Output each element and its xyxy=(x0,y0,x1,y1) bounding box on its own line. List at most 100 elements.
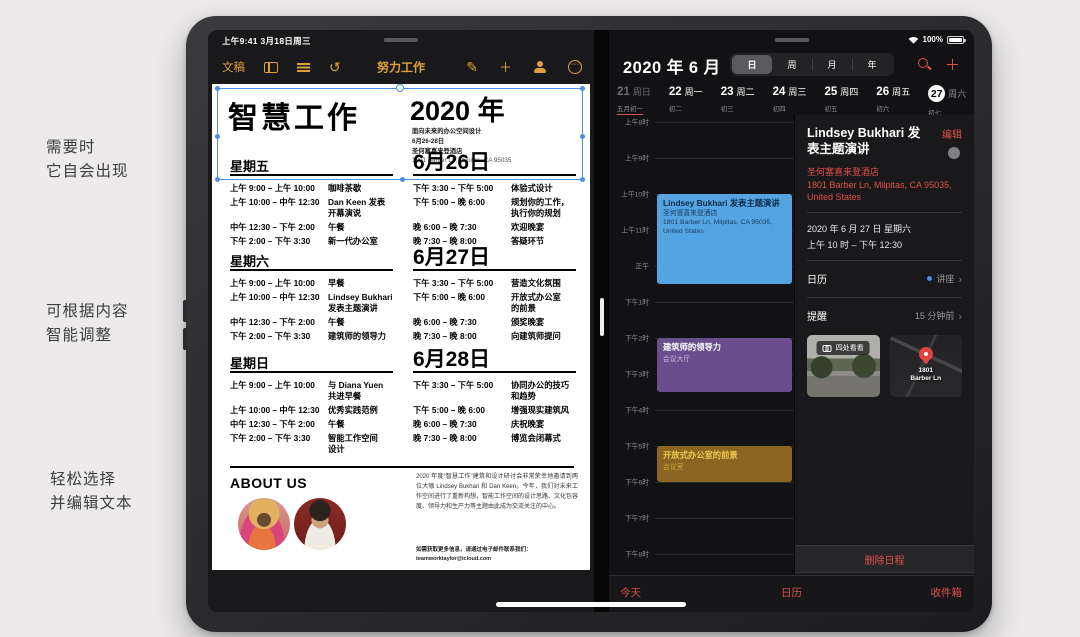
event-detail-title: Lindsey Bukhari 发表主题演讲 xyxy=(807,125,932,158)
binoculars-icon xyxy=(823,345,832,350)
week-day-strip: 21周日 五月初一 22周一 初二 23周二 初三 24周三 初四 25周四 xyxy=(611,82,974,115)
day-column-27-selected[interactable]: 27周六 初七 xyxy=(922,82,974,115)
schedule-row: 上午 10:00 – 中午 12:30Dan Keen 发表 开幕演说 xyxy=(230,197,393,219)
documents-button[interactable]: 文稿 xyxy=(222,59,245,75)
selection-handle[interactable] xyxy=(580,177,585,182)
schedule-row: 中午 12:30 – 下午 2:00午餐 xyxy=(230,222,393,233)
about-section: ABOUT US 2020 年度“智慧工作”建筑和设计研讨会非常荣幸地邀请到两位… xyxy=(230,466,574,491)
day-date: 6月28日 xyxy=(413,351,490,370)
map-thumbnail[interactable]: 1801 Barber Ln xyxy=(890,335,963,397)
sidebar-view-icon[interactable] xyxy=(264,62,278,73)
collaborate-icon[interactable] xyxy=(533,61,547,73)
calendars-button[interactable]: 日历 xyxy=(781,585,802,600)
hour-label: 上午11时 xyxy=(609,225,649,235)
delete-event-button[interactable]: 删除日程 xyxy=(795,545,974,573)
hour-label: 下午2时 xyxy=(609,333,649,343)
alert-row[interactable]: 提醒 15 分钟前 xyxy=(807,307,962,325)
schedule-row: 上午 10:00 – 中午 12:30优秀实践范例 xyxy=(230,405,393,416)
volume-down-button[interactable] xyxy=(183,328,187,350)
schedule-row: 下午 5:00 – 晚 6:00规划你的工作， 执行你的规划 xyxy=(413,197,576,219)
calendar-app-pane: 100% 2020 年 6 月 日 周 月 年 21周日 五月初一 xyxy=(609,30,974,612)
event-time: 上午 10 时 – 下午 12:30 xyxy=(807,238,962,251)
event-address-link[interactable]: 1801 Barber Ln, Milpitas, CA 95035, Unit… xyxy=(807,179,962,203)
segment-day[interactable]: 日 xyxy=(732,55,772,74)
schedule-row: 下午 5:00 – 晚 6:00开放式办公室 的前景 xyxy=(413,292,576,314)
event-keynote[interactable]: Lindsey Bukhari 发表主题演讲 圣何塞喜来登酒店 1801 Bar… xyxy=(657,194,792,284)
schedule-section-saturday: 星期六 上午 9:00 – 上午 10:00早餐 上午 10:00 – 中午 1… xyxy=(230,245,576,345)
about-contact-text: 如需获取更多信息，请通过电子邮件联系我们： teamworktaylor@icl… xyxy=(416,546,532,564)
pages-window-grabber[interactable] xyxy=(384,38,418,42)
schedule-row: 下午 3:30 – 下午 5:00营造文化氛围 xyxy=(413,278,576,289)
selection-handle[interactable] xyxy=(580,86,585,91)
schedule-row: 中午 12:30 – 下午 2:00午餐 xyxy=(230,419,393,430)
calendar-header: 2020 年 6 月 日 周 月 年 xyxy=(609,46,974,86)
day-name: 星期日 xyxy=(230,357,269,370)
pages-app-pane: 上午9:41 3月18日周三 文稿 努力工作 xyxy=(208,30,594,612)
annotation-appears-when-needed: 需要时 它自会出现 xyxy=(46,136,129,184)
speaker-photo-dan xyxy=(294,498,346,550)
pages-toolbar: 文稿 努力工作 xyxy=(208,50,594,84)
hour-label: 下午7时 xyxy=(609,513,649,523)
doc-year-heading: 2020 年 xyxy=(410,89,505,128)
inbox-button[interactable]: 收件箱 xyxy=(931,585,963,600)
day-column-21[interactable]: 21周日 五月初一 xyxy=(611,82,663,115)
home-indicator[interactable] xyxy=(496,602,686,607)
schedule-row: 晚 7:30 – 晚 8:00向建筑师提问 xyxy=(413,331,576,342)
outline-list-icon[interactable] xyxy=(297,62,310,72)
selection-handle[interactable] xyxy=(215,134,220,139)
volume-up-button[interactable] xyxy=(183,300,187,322)
day-timeline[interactable]: 上午8时 上午9时 上午10时 上午11时 正午 下午1时 下午2时 下午3时 … xyxy=(609,115,794,575)
selection-rotate-handle[interactable] xyxy=(396,84,404,92)
map-pin-label: 1801 Barber Ln xyxy=(910,367,941,384)
event-location-link[interactable]: 圣何塞喜来登酒店 xyxy=(807,165,962,178)
insert-plus-icon[interactable] xyxy=(499,60,512,74)
hour-label: 正午 xyxy=(609,261,649,271)
doc-subtitle-line: 面向未来的办公空间设计 xyxy=(412,127,511,137)
schedule-row: 下午 2:00 – 下午 3:30建筑师的领导力 xyxy=(230,331,393,342)
day-column-26[interactable]: 26周五 初六 xyxy=(870,82,922,115)
split-view-drag-handle[interactable] xyxy=(600,298,604,336)
wifi-icon xyxy=(908,36,919,44)
day-column-22[interactable]: 22周一 初二 xyxy=(663,82,715,115)
add-event-icon[interactable] xyxy=(945,54,960,75)
document-title[interactable]: 努力工作 xyxy=(377,59,425,76)
undo-icon[interactable] xyxy=(329,60,341,74)
selection-handle[interactable] xyxy=(580,134,585,139)
map-pin-icon xyxy=(919,347,933,361)
schedule-row: 下午 3:30 – 下午 5:00体验式设计 xyxy=(413,183,576,194)
battery-icon xyxy=(947,36,964,44)
schedule-row: 下午 5:00 – 晚 6:00增强现实建筑风 xyxy=(413,405,576,416)
look-around-label: 四处看看 xyxy=(836,343,864,353)
selection-handle[interactable] xyxy=(215,86,220,91)
search-icon[interactable] xyxy=(918,58,928,68)
event-detail-panel: Lindsey Bukhari 发表主题演讲 编辑 圣何塞喜来登酒店 1801 … xyxy=(794,115,974,575)
edit-button[interactable]: 编辑 xyxy=(942,126,962,141)
look-around-thumbnail[interactable]: 四处看看 xyxy=(807,335,880,397)
about-body-text: 2020 年度“智慧工作”建筑和设计研讨会非常荣幸地邀请到两位大咖 Lindse… xyxy=(416,473,578,513)
hour-label: 上午8时 xyxy=(609,117,649,127)
selection-handle[interactable] xyxy=(215,177,220,182)
more-options-icon[interactable] xyxy=(568,60,582,74)
segment-week[interactable]: 周 xyxy=(772,55,812,74)
calendar-window-grabber[interactable] xyxy=(775,38,809,42)
segment-year[interactable]: 年 xyxy=(852,55,892,74)
event-leadership[interactable]: 建筑师的领导力 会议大厅 xyxy=(657,338,792,392)
hour-label: 下午1时 xyxy=(609,297,649,307)
format-brush-icon[interactable] xyxy=(466,60,478,74)
status-time-date: 上午9:41 3月18日周三 xyxy=(222,35,311,47)
day-column-23[interactable]: 23周二 初三 xyxy=(715,82,767,115)
day-column-25[interactable]: 25周四 初五 xyxy=(818,82,870,115)
calendar-color-dot xyxy=(927,276,932,281)
doc-subtitle-line: 6月26-28日 xyxy=(412,137,511,147)
day-column-24[interactable]: 24周三 初四 xyxy=(767,82,819,115)
today-button[interactable]: 今天 xyxy=(620,585,641,600)
event-open-office[interactable]: 开放式办公室的前景 会议室 xyxy=(657,446,792,482)
schedule-row: 中午 12:30 – 下午 2:00午餐 xyxy=(230,317,393,328)
document-page[interactable]: 智慧工作 2020 年 面向未来的办公空间设计 6月26-28日 圣何塞喜来登酒… xyxy=(212,84,590,570)
calendar-row[interactable]: 日历 讲座 xyxy=(807,270,962,288)
hour-label: 下午4时 xyxy=(609,405,649,415)
schedule-row: 晚 7:30 – 晚 8:00博览会闭幕式 xyxy=(413,433,576,444)
doc-heading: 智慧工作 xyxy=(228,93,360,137)
segment-month[interactable]: 月 xyxy=(812,55,852,74)
hour-label: 上午9时 xyxy=(609,153,649,163)
